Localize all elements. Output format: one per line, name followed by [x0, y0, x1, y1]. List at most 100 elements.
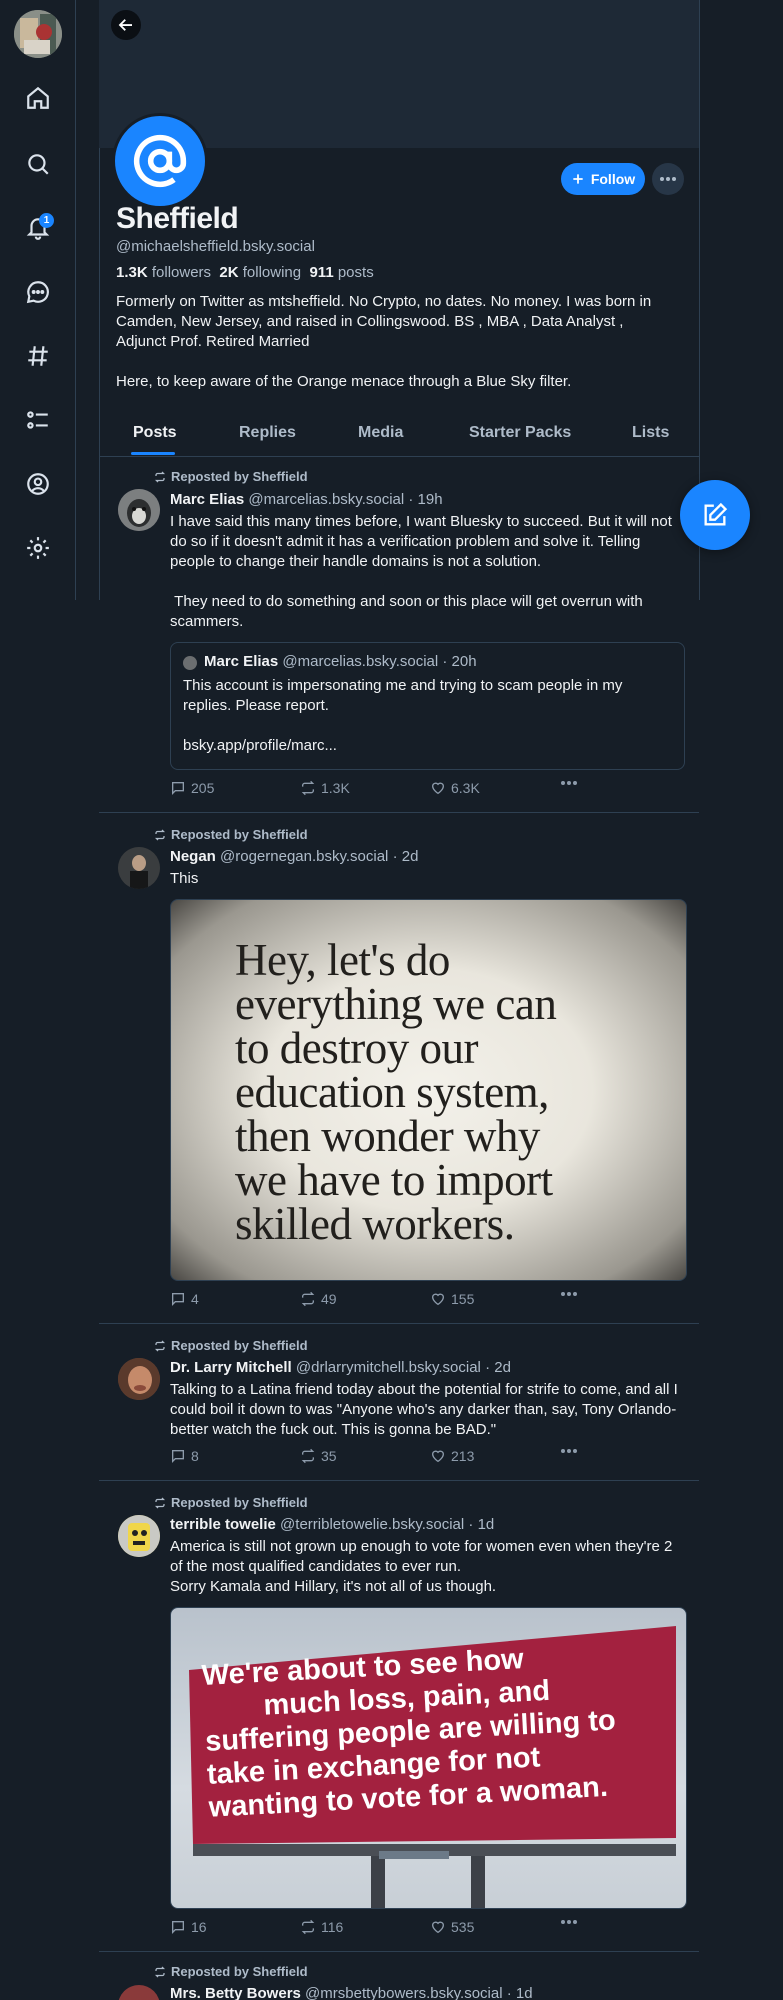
heart-icon: [431, 782, 445, 795]
reply-button[interactable]: 205: [170, 780, 214, 796]
post-time[interactable]: · 19h: [408, 491, 442, 508]
back-button[interactable]: [111, 10, 141, 40]
post-header: Negan @rogernegan.bsky.social · 2d: [170, 848, 418, 865]
repost-icon: [154, 829, 166, 840]
post-more-button[interactable]: [560, 1291, 578, 1297]
repost-button[interactable]: 49: [300, 1291, 337, 1307]
post-image[interactable]: Hey, let's do everything we can to destr…: [170, 899, 687, 1281]
avatar-towelie-photo: [118, 1515, 160, 1557]
following-link[interactable]: 2K following: [219, 264, 301, 281]
quote-author-handle: @marcelias.bsky.social: [282, 653, 439, 670]
post-actions: 4 49 155: [170, 1291, 590, 1311]
tab-media[interactable]: Media: [358, 424, 403, 442]
home-icon[interactable]: [20, 80, 56, 116]
reply-button[interactable]: 4: [170, 1291, 199, 1307]
post-time[interactable]: · 1d: [468, 1516, 494, 1533]
reply-icon: [172, 782, 184, 795]
feed-post[interactable]: Reposted by Sheffield terrible towelie @…: [99, 1481, 699, 1952]
author-handle[interactable]: @drlarrymitchell.bsky.social: [296, 1359, 481, 1376]
repost-indicator: Reposted by Sheffield: [154, 469, 308, 484]
author-handle[interactable]: @mrsbettybowers.bsky.social: [305, 1985, 503, 2000]
author-avatar[interactable]: [118, 1985, 160, 2000]
feed-post[interactable]: Reposted by Sheffield Mrs. Betty Bowers …: [99, 1952, 699, 2000]
author-name[interactable]: Marc Elias: [170, 491, 244, 508]
repost-button[interactable]: 1.3K: [300, 780, 350, 796]
quote-author-name: Marc Elias: [204, 653, 279, 670]
repost-icon: [154, 471, 166, 482]
author-avatar[interactable]: [118, 847, 160, 889]
repost-icon: [301, 1919, 315, 1935]
compose-button[interactable]: [680, 480, 750, 550]
author-name[interactable]: Mrs. Betty Bowers: [170, 1985, 301, 2000]
post-more-button[interactable]: [560, 1448, 578, 1454]
author-handle[interactable]: @rogernegan.bsky.social: [220, 848, 388, 865]
chat-icon[interactable]: [20, 274, 56, 310]
heart-icon: [431, 1921, 445, 1934]
profile-avatar[interactable]: [112, 113, 208, 209]
sidebar-divider: [75, 0, 76, 600]
at-sign-icon: [133, 134, 187, 188]
heart-icon: [431, 1450, 445, 1463]
post-actions: 205 1.3K 6.3K: [170, 780, 590, 800]
author-name[interactable]: Dr. Larry Mitchell: [170, 1359, 292, 1376]
post-header: Marc Elias @marcelias.bsky.social · 19h: [170, 491, 443, 508]
like-button[interactable]: 6.3K: [430, 780, 480, 796]
repost-button[interactable]: 35: [300, 1448, 337, 1464]
repost-button[interactable]: 116: [300, 1919, 343, 1935]
post-time[interactable]: · 2d: [393, 848, 419, 865]
repost-indicator: Reposted by Sheffield: [154, 1964, 308, 1979]
tab-posts[interactable]: Posts: [133, 424, 177, 442]
reply-button[interactable]: 16: [170, 1919, 207, 1935]
post-image[interactable]: We're about to see how much loss, pain, …: [170, 1607, 687, 1909]
tab-starter-packs[interactable]: Starter Packs: [469, 424, 571, 442]
follow-label: Follow: [590, 171, 636, 187]
feed-post[interactable]: Reposted by Sheffield Marc Elias @marcel…: [99, 457, 699, 813]
reply-icon: [172, 1293, 184, 1306]
repost-icon: [301, 1291, 315, 1307]
feed-post[interactable]: Reposted by Sheffield Negan @rogernegan.…: [99, 813, 699, 1324]
author-avatar[interactable]: [118, 1358, 160, 1400]
post-text: America is still not grown up enough to …: [170, 1538, 673, 1595]
search-icon[interactable]: [20, 146, 56, 182]
profile-icon[interactable]: [20, 466, 56, 502]
author-handle[interactable]: @marcelias.bsky.social: [248, 491, 404, 508]
author-avatar[interactable]: [118, 1515, 160, 1557]
follow-button[interactable]: Follow: [561, 163, 645, 195]
list-icon[interactable]: [20, 402, 56, 438]
tab-lists[interactable]: Lists: [632, 424, 669, 442]
gear-icon[interactable]: [20, 530, 56, 566]
quote-author-avatar: [183, 656, 197, 670]
post-time[interactable]: · 1d: [507, 1985, 533, 2000]
author-name[interactable]: Negan: [170, 848, 216, 865]
user-avatar[interactable]: [14, 10, 62, 58]
heart-icon: [431, 1293, 445, 1306]
profile-more-button[interactable]: [652, 163, 684, 195]
reply-icon: [172, 1450, 184, 1463]
author-name[interactable]: terrible towelie: [170, 1516, 276, 1533]
repost-indicator: Reposted by Sheffield: [154, 1338, 308, 1353]
bio-paragraph-1: Formerly on Twitter as mtsheffield. No C…: [116, 293, 652, 350]
like-button[interactable]: 535: [430, 1919, 474, 1935]
post-time[interactable]: · 2d: [485, 1359, 511, 1376]
like-button[interactable]: 155: [430, 1291, 474, 1307]
bell-icon[interactable]: 1: [20, 210, 56, 246]
post-more-button[interactable]: [560, 780, 578, 786]
quote-time: · 20h: [442, 653, 477, 670]
quoted-post[interactable]: Marc Elias @marcelias.bsky.social · 20h …: [170, 642, 685, 770]
hashtag-icon[interactable]: [20, 338, 56, 374]
repost-icon: [154, 1340, 166, 1351]
ellipsis-icon: [561, 1449, 577, 1453]
feed-post[interactable]: Reposted by Sheffield Dr. Larry Mitchell…: [99, 1324, 699, 1481]
like-button[interactable]: 213: [430, 1448, 474, 1464]
tab-replies[interactable]: Replies: [239, 424, 296, 442]
ellipsis-icon: [561, 1920, 577, 1924]
author-handle[interactable]: @terribletowelie.bsky.social: [280, 1516, 464, 1533]
ellipsis-icon: [561, 781, 577, 785]
followers-link[interactable]: 1.3K followers: [116, 264, 211, 281]
author-avatar[interactable]: [118, 489, 160, 531]
post-more-button[interactable]: [560, 1919, 578, 1925]
avatar-larry-photo: [118, 1358, 160, 1400]
repost-icon: [154, 1497, 166, 1508]
reply-button[interactable]: 8: [170, 1448, 199, 1464]
profile-stats: 1.3K followers 2K following 911 posts: [116, 264, 374, 281]
